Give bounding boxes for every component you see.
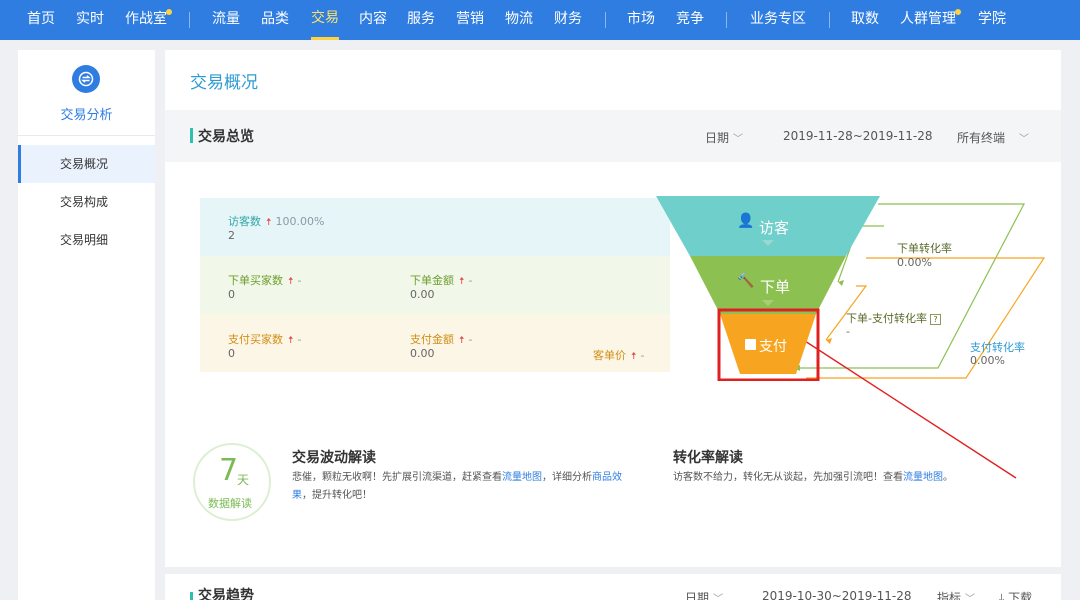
user-icon: 👤	[737, 213, 755, 229]
traffic-map-link[interactable]: 流量地图	[903, 472, 943, 483]
conversion-connector-lines	[782, 203, 1046, 479]
fluctuation-text-part: 悲催，颗粒无收啊！先扩展引流渠道，赶紧查看	[292, 472, 502, 483]
product-effect-link[interactable]: 果	[292, 490, 302, 501]
order-pay-conversion-label: 下单-支付转化率?	[846, 310, 941, 326]
download-icon: ⤓	[999, 591, 1005, 600]
trend-date-range-picker[interactable]: 2019-10-30~2019-11-28	[762, 589, 912, 600]
conversion-text-part: 。	[943, 472, 953, 483]
traffic-map-link[interactable]: 流量地图	[502, 472, 542, 483]
trend-date-type-dropdown[interactable]: 日期 ﹀	[685, 589, 723, 600]
help-icon[interactable]: ?	[929, 314, 941, 325]
badge-number: 7	[219, 453, 239, 488]
payment-icon	[745, 339, 756, 350]
order-pay-conversion-value: -	[846, 325, 850, 338]
order-conversion-value: 0.00%	[897, 256, 932, 269]
conversion-interpretation-text: 访客数不给力，转化无从谈起，先加强引流吧！查看流量地图。	[673, 469, 1053, 487]
section-accent-bar	[190, 592, 193, 600]
funnel-pay-label: 支付	[759, 339, 787, 355]
badge-text: 数据解读	[208, 497, 252, 510]
order-conversion-label: 下单转化率	[897, 242, 952, 255]
fluctuation-interpretation-title: 交易波动解读	[292, 450, 376, 466]
conversion-text-part: 访客数不给力，转化无从谈起，先加强引流吧！查看	[673, 472, 903, 483]
seven-day-interpretation-badge: 7 天 数据解读	[193, 443, 271, 521]
trend-section-title: 交易趋势	[198, 588, 254, 600]
pay-conversion-label: 支付转化率	[970, 341, 1025, 354]
gavel-icon: 🔨	[737, 273, 755, 289]
badge-unit: 天	[237, 473, 250, 487]
chevron-down-icon: ﹀	[713, 594, 724, 600]
funnel-order-label: 下单	[760, 278, 791, 296]
trend-date-type-label: 日期	[685, 591, 710, 600]
chevron-down-icon: ﹀	[965, 594, 976, 600]
funnel-visit-label: 访客	[759, 219, 790, 237]
indicator-dropdown[interactable]: 指标 ﹀	[937, 589, 975, 600]
pay-conversion-value: 0.00%	[970, 354, 1005, 367]
order-pay-conversion-label-text: 下单-支付转化率	[846, 312, 927, 325]
conversion-interpretation-title: 转化率解读	[673, 450, 743, 466]
fluctuation-interpretation-text: 悲催，颗粒无收啊！先扩展引流渠道，赶紧查看流量地图，详细分析商品效果，提升转化吧…	[292, 469, 652, 505]
download-button[interactable]: ⤓ 下载	[999, 589, 1032, 600]
fluctuation-text-part: ，详细分析	[542, 472, 592, 483]
trend-section-header: 交易趋势 日期 ﹀ 2019-10-30~2019-11-28 指标 ﹀ ⤓ 下载	[165, 574, 1061, 600]
fluctuation-text-part: ，提升转化吧！	[302, 490, 372, 501]
indicator-label: 指标	[937, 591, 962, 600]
product-effect-link[interactable]: 商品效	[592, 472, 622, 483]
download-label: 下载	[1008, 591, 1033, 600]
